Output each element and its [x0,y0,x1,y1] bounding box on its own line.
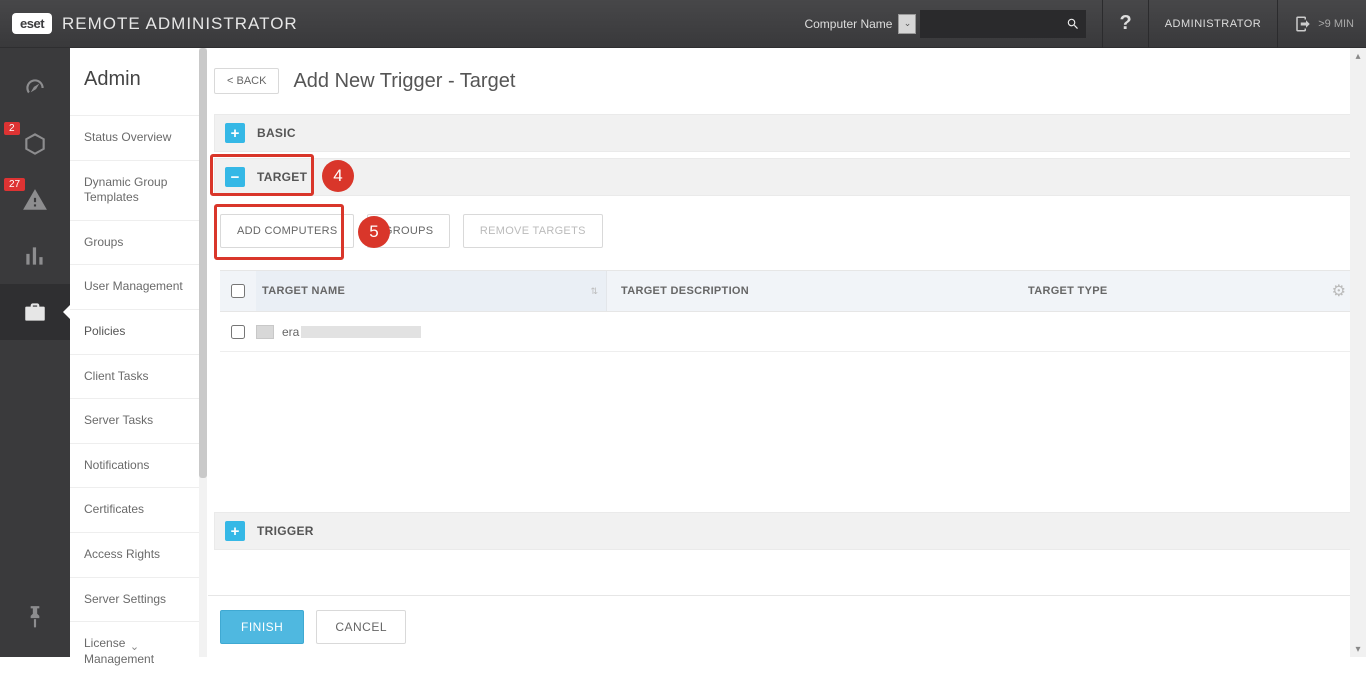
submenu-access-rights[interactable]: Access Rights [70,532,199,577]
section-basic-header[interactable]: + BASIC [214,114,1360,152]
admin-submenu: Admin Status Overview Dynamic Group Temp… [70,48,200,657]
alert-icon [22,187,48,213]
scroll-up-icon[interactable]: ▴ [1350,48,1366,64]
top-bar: eset REMOTE ADMINISTRATOR Computer Name … [0,0,1366,48]
search-area: Computer Name ⌄ [804,10,1086,38]
scroll-down-icon[interactable]: ▾ [1350,641,1366,657]
rail-admin[interactable] [0,284,70,340]
search-button[interactable] [1060,10,1086,38]
submenu-title: Admin [70,48,199,115]
search-label: Computer Name [804,17,892,31]
column-target-name[interactable]: TARGET NAME [262,285,345,297]
main-scrollbar[interactable]: ▴ ▾ [1350,48,1366,657]
submenu-notifications[interactable]: Notifications [70,443,199,488]
gear-icon[interactable]: ⚙ [1332,281,1346,301]
collapse-icon[interactable]: − [225,167,245,187]
main-content: < BACK Add New Trigger - Target + BASIC … [208,48,1366,657]
cancel-button[interactable]: CANCEL [316,610,406,644]
rail-pin[interactable] [0,589,70,645]
logo-badge: eset [12,13,52,34]
logout-icon [1294,15,1312,33]
section-trigger-header[interactable]: + TRIGGER [214,512,1360,550]
cube-icon [22,131,48,157]
user-label[interactable]: ADMINISTRATOR [1165,18,1262,30]
finish-button[interactable]: FINISH [220,610,304,644]
page-title: Add New Trigger - Target [293,70,515,93]
submenu-dynamic-group-templates[interactable]: Dynamic Group Templates [70,160,199,220]
section-basic-label: BASIC [257,126,296,140]
briefcase-icon [22,299,48,325]
submenu-groups[interactable]: Groups [70,220,199,265]
footer-bar: FINISH CANCEL [208,595,1350,657]
logout-button[interactable]: >9 MIN [1294,15,1354,33]
submenu-certificates[interactable]: Certificates [70,487,199,532]
search-dropdown-toggle[interactable]: ⌄ [898,14,916,34]
column-target-type[interactable]: TARGET TYPE [1014,285,1354,297]
target-table-header: TARGET NAME ⇅ TARGET DESCRIPTION TARGET … [220,270,1354,312]
gauge-icon [22,75,48,101]
rail-badge-computers: 2 [4,122,20,135]
rail-computers[interactable]: 2 [0,116,70,172]
table-row[interactable]: era [220,312,1354,352]
computer-icon [256,325,274,339]
sort-icon[interactable]: ⇅ [590,286,598,297]
section-target-label: TARGET [257,170,307,184]
product-title: REMOTE ADMINISTRATOR [62,14,298,34]
expand-icon[interactable]: + [225,521,245,541]
help-button[interactable]: ? [1119,12,1131,35]
row-checkbox[interactable] [231,325,245,339]
rail-dashboard[interactable] [0,60,70,116]
expand-icon[interactable]: + [225,123,245,143]
section-target-header[interactable]: − TARGET [214,158,1360,196]
pin-icon [22,604,48,630]
submenu-scroll-down[interactable]: ⌄ [70,640,199,653]
row-name: era [282,325,299,339]
column-target-description[interactable]: TARGET DESCRIPTION [606,271,1014,311]
submenu-status-overview[interactable]: Status Overview [70,115,199,160]
section-trigger-label: TRIGGER [257,524,314,538]
submenu-user-management[interactable]: User Management [70,264,199,309]
rail-threats[interactable]: 27 [0,172,70,228]
redacted-text [301,326,421,338]
submenu-scrollbar[interactable] [199,48,207,657]
remove-targets-button[interactable]: REMOVE TARGETS [463,214,603,248]
submenu-client-tasks[interactable]: Client Tasks [70,354,199,399]
submenu-server-tasks[interactable]: Server Tasks [70,398,199,443]
left-rail: 2 27 [0,48,70,657]
rail-reports[interactable] [0,228,70,284]
rail-badge-threats: 27 [4,178,25,191]
submenu-server-settings[interactable]: Server Settings [70,577,199,622]
select-all-checkbox[interactable] [231,284,245,298]
submenu-policies[interactable]: Policies [70,309,199,354]
search-input[interactable] [920,10,1060,38]
add-computers-button[interactable]: ADD COMPUTERS [220,214,354,248]
session-timer: >9 MIN [1318,18,1354,30]
add-groups-button[interactable]: GROUPS [367,214,450,248]
search-icon [1066,17,1080,31]
bars-icon [22,243,48,269]
back-button[interactable]: < BACK [214,68,279,94]
